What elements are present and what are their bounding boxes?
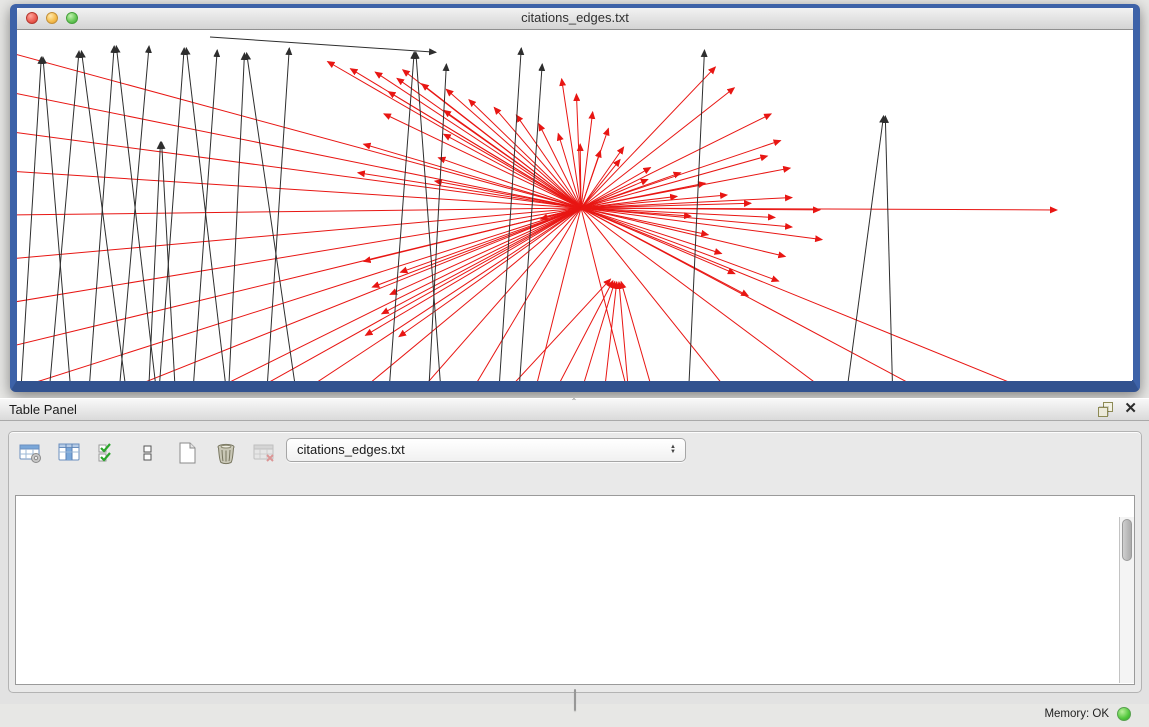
delete-table-icon — [253, 441, 277, 465]
table-selector-value: citations_edges.txt — [297, 442, 405, 457]
column-visibility-icon[interactable] — [58, 441, 82, 465]
citation-edge-black[interactable] — [845, 116, 884, 381]
citation-edge-red[interactable] — [400, 208, 581, 272]
citation-edge-red[interactable] — [328, 62, 581, 208]
citation-edge-red[interactable] — [581, 208, 1080, 381]
citation-edge-black[interactable] — [388, 52, 414, 381]
close-window-button[interactable] — [26, 12, 38, 24]
citation-edge-red[interactable] — [17, 31, 581, 208]
citation-edge-red[interactable] — [581, 67, 715, 208]
zoom-window-button[interactable] — [66, 12, 78, 24]
close-panel-icon[interactable]: ✕ — [1124, 402, 1137, 416]
table-panel-title: Table Panel — [9, 402, 77, 417]
citation-edge-red[interactable] — [17, 208, 581, 381]
new-table-icon[interactable] — [175, 441, 199, 465]
citation-edge-black[interactable] — [148, 142, 160, 381]
citation-edge-black[interactable] — [81, 51, 128, 381]
citation-edge-black[interactable] — [266, 48, 289, 381]
minimize-window-button[interactable] — [46, 12, 58, 24]
status-bar: Memory: OK — [0, 704, 1149, 727]
rows-icon[interactable] — [136, 441, 160, 465]
window-titlebar[interactable]: citations_edges.txt — [17, 8, 1133, 30]
citation-edge-red[interactable] — [444, 110, 581, 208]
citation-edge-red[interactable] — [384, 114, 581, 208]
citation-edge-red[interactable] — [581, 208, 722, 254]
citation-edge-red[interactable] — [190, 208, 581, 381]
table-toolbar: f(x) — [19, 439, 322, 467]
network-canvas[interactable] — [17, 30, 1132, 381]
citation-edge-red[interactable] — [581, 208, 708, 235]
citation-edge-black[interactable] — [210, 37, 436, 52]
citation-edge-black[interactable] — [20, 57, 41, 381]
citation-edge-red[interactable] — [382, 208, 581, 314]
table-scrollbar[interactable] — [1119, 517, 1134, 683]
network-view-window: citations_edges.txt — [10, 4, 1140, 392]
citation-edge-black[interactable] — [158, 48, 184, 381]
trash-icon[interactable] — [214, 441, 238, 465]
citation-edge-red[interactable] — [581, 88, 734, 208]
citation-edge-red[interactable] — [110, 208, 581, 381]
traffic-lights — [26, 12, 78, 24]
citation-edge-black[interactable] — [228, 53, 244, 381]
scrollbar-thumb[interactable] — [1122, 519, 1132, 561]
window-title: citations_edges.txt — [17, 8, 1133, 28]
citation-edge-red[interactable] — [581, 114, 771, 208]
citation-edge-black[interactable] — [428, 64, 446, 381]
node-table — [15, 495, 1135, 685]
dropdown-stepper-icon: ▲▼ — [668, 441, 678, 459]
table-panel-header: ⌃ Table Panel ✕ — [0, 398, 1149, 421]
citation-edge-red[interactable] — [17, 208, 581, 366]
citation-edge-red[interactable] — [17, 208, 581, 381]
citation-edge-black[interactable] — [885, 116, 893, 381]
float-panel-icon[interactable] — [1098, 402, 1112, 416]
citation-edge-red[interactable] — [372, 208, 581, 287]
citation-edge-red[interactable] — [350, 208, 581, 381]
memory-status-indicator — [1117, 707, 1131, 721]
citation-edge-red[interactable] — [576, 282, 615, 381]
citation-edge-black[interactable] — [688, 50, 704, 381]
citation-edge-red[interactable] — [581, 208, 760, 381]
panel-resize-grip[interactable]: ⌃ — [568, 399, 580, 404]
citation-edge-black[interactable] — [186, 48, 228, 381]
table-header-row — [16, 496, 1134, 517]
node-table-panel: f(x) citations_edges.txt ▲▼ — [8, 431, 1142, 693]
table-settings-icon[interactable] — [19, 441, 43, 465]
table-selector-dropdown[interactable]: citations_edges.txt ▲▼ — [286, 438, 686, 462]
citation-edge-red[interactable] — [581, 141, 781, 208]
citation-edge-red[interactable] — [581, 208, 880, 381]
memory-status-label: Memory: OK — [1044, 708, 1109, 720]
row-selection-icon[interactable] — [97, 441, 121, 465]
citation-edge-red[interactable] — [390, 208, 581, 294]
citation-edge-red[interactable] — [422, 84, 581, 208]
citation-edge-red[interactable] — [516, 115, 581, 208]
table-panel-body: f(x) citations_edges.txt ▲▼ — [0, 421, 1149, 704]
